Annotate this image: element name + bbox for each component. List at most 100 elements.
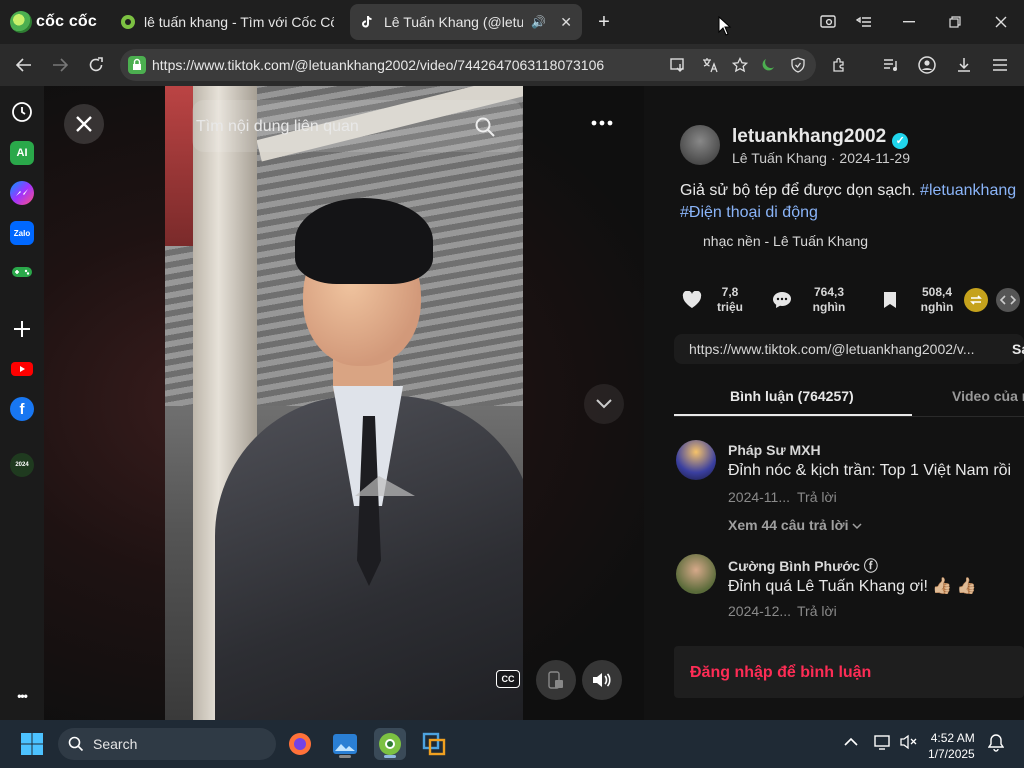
video-details-panel: letuankhang2002 ✓ Lê Tuấn Khang · 2024-11… [644,86,1024,720]
notifications-icon[interactable] [987,734,1005,755]
dark-mode-icon[interactable] [756,53,780,77]
more-options-icon[interactable] [582,108,622,138]
comment-author[interactable]: Pháp Sư MXH [728,442,821,458]
forward-icon[interactable] [46,51,74,79]
close-window-icon[interactable] [987,8,1015,36]
ai-icon[interactable]: AI [10,141,34,165]
like-icon[interactable] [679,287,705,313]
firefox-icon[interactable] [284,728,316,760]
comment-author-row[interactable]: Cường Bình Phước ⓕ [728,556,878,576]
menu-icon[interactable] [987,52,1013,78]
vmware-icon[interactable] [418,728,450,760]
active-indicator [384,755,396,758]
video-frame[interactable] [165,86,523,720]
search-icon[interactable] [474,116,496,143]
browser-tab-bar: cốc cốc lê tuấn khang - Tìm với Cốc Cốc … [0,0,1024,44]
windows-taskbar: Search 4:52 AM 1/7/2025 [0,720,1024,768]
tab-creator-videos[interactable]: Video của n [952,388,1024,404]
related-search-placeholder[interactable]: Tìm nội dung liên quan [196,118,359,136]
clock-date: 1/7/2025 [928,747,975,761]
speaker-icon[interactable]: 🔊 [531,15,546,29]
taskbar-clock[interactable]: 4:52 AM 1/7/2025 [928,730,975,762]
share-link-text[interactable]: https://www.tiktok.com/@letuankhang2002/… [689,341,975,357]
post-caption: Giả sử bộ tép để được dọn sạch. #letuank… [680,182,1016,200]
commenter-avatar[interactable] [676,554,716,594]
embed-icon[interactable] [996,288,1020,312]
address-bar[interactable]: https://www.tiktok.com/@letuankhang2002/… [120,49,816,81]
zalo-icon[interactable]: Zalo [10,221,34,245]
facebook-icon[interactable]: f [10,397,34,421]
install-app-icon[interactable] [666,53,690,77]
download-icon[interactable] [951,52,977,78]
volume-icon[interactable] [582,660,622,700]
coccoc-logo[interactable]: cốc cốc [10,10,97,34]
next-video-chevron-icon[interactable] [584,384,624,424]
author-username[interactable]: letuankhang2002 [732,126,886,147]
new-tab-button[interactable]: + [590,8,618,36]
youtube-icon[interactable] [10,357,34,381]
taskbar-search-box[interactable]: Search [58,728,276,760]
reply-button[interactable]: Trả lời [797,603,837,619]
repost-icon[interactable] [964,288,988,312]
coccoc-logo-icon [10,11,32,33]
bookmark-star-icon[interactable] [728,53,752,77]
comment-date: 2024-12... [728,603,792,619]
comment-count-number: 764,3 [813,285,845,299]
tab-tiktok[interactable]: Lê Tuấn Khang (@letuank 🔊 ✕ [350,4,582,40]
tab-search-icon[interactable] [850,8,878,36]
sidebar-more-icon[interactable]: ••• [10,684,34,708]
site-info-icon[interactable] [128,56,146,74]
media-playlist-icon[interactable] [878,52,904,78]
minimize-icon[interactable] [895,8,923,36]
mouse-cursor-icon [718,15,732,41]
like-count-number: 7,8 [721,285,739,299]
show-hidden-icons[interactable] [844,734,858,750]
screenshot-icon[interactable] [814,8,842,36]
taskbar-search-label: Search [93,736,138,752]
close-tab-icon[interactable]: ✕ [560,14,572,31]
copy-link-button[interactable]: Sa [1012,341,1024,357]
view-replies-button[interactable]: Xem 44 câu trả lời [728,517,862,533]
author-username-row[interactable]: letuankhang2002 ✓ [732,126,909,149]
back-icon[interactable] [10,51,38,79]
restore-icon[interactable] [941,8,969,36]
reload-icon[interactable] [82,51,110,79]
coccoc-favicon-icon [120,14,136,30]
comment-author[interactable]: Cường Bình Phước [728,558,860,574]
caption-hashtag-2[interactable]: #Điện thoại di động [680,204,818,222]
bookmark-icon[interactable] [877,287,903,313]
comment-text: Đỉnh nóc & kịch trần: Top 1 Việt Nam rồi [728,462,1012,479]
tab-comments[interactable]: Bình luận (764257) [730,388,854,404]
windows-start-icon[interactable] [16,728,48,760]
reply-button[interactable]: Trả lời [797,489,837,505]
history-icon[interactable] [10,100,34,124]
music-title[interactable]: nhạc nền - Lê Tuấn Khang [703,233,868,249]
login-to-comment-link[interactable]: Đăng nhập để bình luận [690,664,871,682]
caption-hashtag-1[interactable]: #letuankhang [920,182,1016,199]
add-icon[interactable] [10,317,34,341]
url-text[interactable]: https://www.tiktok.com/@letuankhang2002/… [152,57,604,73]
tiktok-favicon-icon [360,14,376,30]
close-video-button[interactable] [64,104,104,144]
commenter-avatar[interactable] [676,440,716,480]
floating-player-icon[interactable] [536,660,576,700]
comment-icon[interactable] [769,287,795,313]
author-avatar[interactable] [680,125,720,165]
address-toolbar: https://www.tiktok.com/@letuankhang2002/… [0,44,1024,86]
view-replies-label: Xem 44 câu trả lời [728,517,849,533]
network-icon[interactable] [874,734,892,753]
game-icon[interactable] [10,260,34,284]
extensions-icon[interactable] [826,52,852,78]
photos-app-icon[interactable] [329,728,361,760]
volume-muted-icon[interactable] [900,734,918,753]
shield-icon[interactable] [786,53,810,77]
captions-button[interactable]: CC [496,670,520,688]
coccoc-taskbar-icon[interactable] [374,728,406,760]
verified-badge-icon: ✓ [892,133,909,149]
comment-count-unit: nghìn [812,300,846,314]
profile-icon[interactable] [914,52,940,78]
translate-icon[interactable] [698,53,722,77]
messenger-icon[interactable] [10,181,34,205]
tab-search[interactable]: lê tuấn khang - Tìm với Cốc Cốc [110,4,344,40]
event-2024-icon[interactable]: 2024 [10,453,34,477]
